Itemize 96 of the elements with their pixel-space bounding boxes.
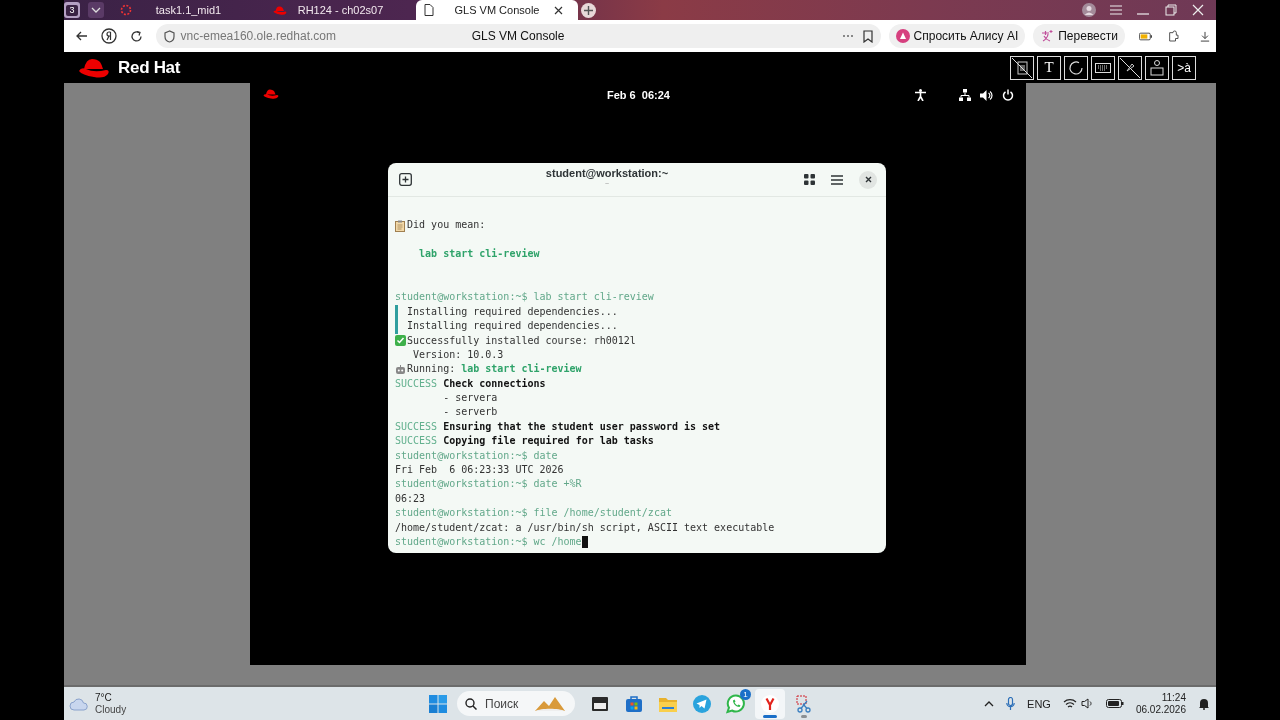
crossed-document-icon bbox=[1011, 56, 1033, 79]
tab-counter[interactable]: 3 bbox=[64, 2, 80, 18]
chat-bubble-icon bbox=[726, 693, 746, 714]
back-icon[interactable] bbox=[75, 30, 88, 42]
fullscreen-tool[interactable] bbox=[1118, 55, 1142, 80]
terminal-line: SUCCESS Copying file required for lab tasks bbox=[395, 434, 654, 449]
language-indicator[interactable]: ENG bbox=[1027, 697, 1051, 710]
terminal-line: student@workstation:~$ date bbox=[395, 448, 558, 463]
taskbar-app[interactable]: 1 bbox=[721, 688, 751, 719]
ring-icon bbox=[120, 4, 132, 16]
scissors-icon bbox=[794, 693, 814, 714]
wifi-icon[interactable] bbox=[1062, 698, 1077, 709]
tab-list-button[interactable] bbox=[88, 2, 104, 18]
shield-icon bbox=[163, 29, 175, 43]
chevron-up-icon[interactable] bbox=[984, 700, 995, 707]
battery-icon[interactable] bbox=[1105, 699, 1124, 708]
new-tab-icon[interactable] bbox=[399, 173, 412, 186]
terminal-line: student@workstation:~$ file /home/student/zcat bbox=[395, 506, 672, 521]
translate-button[interactable]: Перевести bbox=[1033, 24, 1125, 48]
clock[interactable]: 11:24 06.02.2026 bbox=[1135, 691, 1186, 716]
plus-icon bbox=[584, 5, 593, 15]
start-icon[interactable] bbox=[429, 694, 447, 713]
volume-icon[interactable] bbox=[980, 89, 993, 101]
accessibility-icon[interactable] bbox=[915, 89, 926, 101]
search-field[interactable]: Поиск bbox=[457, 691, 575, 716]
refresh-tool[interactable] bbox=[1064, 55, 1088, 80]
page-title: GLS VM Console bbox=[471, 29, 565, 43]
terminal-line: Installing required dependencies... bbox=[407, 304, 618, 319]
power-tool[interactable] bbox=[1145, 55, 1169, 80]
clock[interactable]: Feb 6 06:24 bbox=[607, 89, 670, 101]
hat-icon bbox=[263, 88, 279, 100]
terminal-line: 06:23 bbox=[395, 491, 426, 506]
terminal-line: - serverb bbox=[443, 405, 498, 420]
check-mark-icon bbox=[395, 335, 406, 347]
microphone-icon[interactable] bbox=[1006, 696, 1016, 711]
crossed-pin-icon bbox=[1119, 56, 1141, 79]
terminal-line: student@workstation:~$ lab start cli-review bbox=[395, 290, 654, 305]
terminal-line: /home/student/zcat: a /usr/bin/sh script, ASCII text executable bbox=[395, 520, 775, 535]
browser-logo-icon bbox=[760, 693, 780, 714]
terminal-line: - servera bbox=[443, 391, 498, 406]
brand-name: Red Hat bbox=[118, 57, 181, 78]
clipboard-tool[interactable] bbox=[1010, 55, 1034, 80]
browser-tab[interactable]: RH124 - ch02s07 bbox=[265, 0, 416, 20]
translate-icon bbox=[1040, 29, 1055, 43]
notification-badge: 1 bbox=[740, 688, 751, 700]
browser-tab[interactable]: task1.1_mid1 bbox=[112, 0, 265, 20]
paper-plane-icon bbox=[692, 693, 712, 714]
keyboard-icon bbox=[1095, 62, 1111, 73]
close-button[interactable] bbox=[859, 170, 877, 189]
search-icon bbox=[465, 697, 477, 710]
notification-bell-icon[interactable] bbox=[1198, 697, 1210, 710]
terminal-line: Running: lab start cli-review bbox=[407, 362, 582, 377]
weather-condition: Cloudy bbox=[95, 703, 127, 716]
profile-avatar[interactable] bbox=[1082, 3, 1096, 17]
store-icon bbox=[624, 693, 644, 714]
close-icon bbox=[864, 176, 872, 183]
terminal-title: student@workstation:~ bbox=[545, 167, 669, 180]
terminal-line: SUCCESS Check connections bbox=[395, 376, 546, 391]
extension-icon[interactable] bbox=[1168, 29, 1180, 43]
download-icon[interactable] bbox=[1200, 29, 1210, 43]
grid-icon[interactable] bbox=[804, 174, 815, 185]
temperature: 7°C bbox=[95, 691, 113, 704]
yandex-logo-icon[interactable] bbox=[101, 28, 118, 44]
speaker-icon[interactable] bbox=[1080, 698, 1094, 709]
text-tool[interactable]: T bbox=[1037, 55, 1061, 80]
terminal-line: student@workstation:~$ date +%R bbox=[395, 477, 582, 492]
clipboard-icon bbox=[395, 219, 405, 232]
terminal-line: Successfully installed course: rh0012l bbox=[407, 333, 636, 348]
ask-ai-button[interactable]: Спросить Алису AI bbox=[888, 24, 1026, 48]
assistant-icon bbox=[895, 29, 910, 43]
robot-icon bbox=[395, 364, 406, 375]
terminal-line: SUCCESS Ensuring that the student user password is set bbox=[395, 419, 721, 434]
browser-tab[interactable]: GLS VM Console bbox=[416, 0, 578, 20]
bookmark-icon[interactable] bbox=[862, 29, 873, 43]
url-text: vnc-emea160.ole.redhat.com bbox=[180, 29, 336, 43]
hat-icon bbox=[273, 4, 287, 16]
address-field[interactable]: vnc-emea160.ole.redhat.com GLS VM Console bbox=[155, 24, 881, 48]
reload-icon[interactable] bbox=[130, 29, 144, 43]
restore-icon[interactable] bbox=[1164, 4, 1178, 16]
terminal-line: lab start cli-review bbox=[419, 247, 540, 262]
chevron-down-icon bbox=[91, 7, 101, 13]
person-at-desk-icon bbox=[1149, 58, 1165, 77]
terminal-line: Installing required dependencies... bbox=[407, 319, 618, 334]
battery-icon[interactable] bbox=[1139, 31, 1153, 41]
network-icon[interactable] bbox=[959, 89, 971, 101]
terminal-line: student@workstation:~$ wc /home bbox=[395, 535, 582, 549]
keyboard-tool[interactable] bbox=[1091, 55, 1115, 80]
terminal-line: Fri Feb 6 06:23:33 UTC 2026 bbox=[395, 463, 564, 478]
menu-icon[interactable] bbox=[831, 174, 843, 185]
terminal-line: Version: 10.0.3 bbox=[413, 347, 504, 362]
close-icon[interactable] bbox=[554, 5, 563, 15]
document-icon bbox=[424, 4, 434, 16]
new-tab-button[interactable] bbox=[581, 2, 596, 18]
keyboard-layout-tool[interactable]: >à bbox=[1172, 55, 1196, 80]
terminal-line: Did you mean: bbox=[407, 218, 486, 233]
power-icon[interactable] bbox=[1002, 89, 1014, 101]
